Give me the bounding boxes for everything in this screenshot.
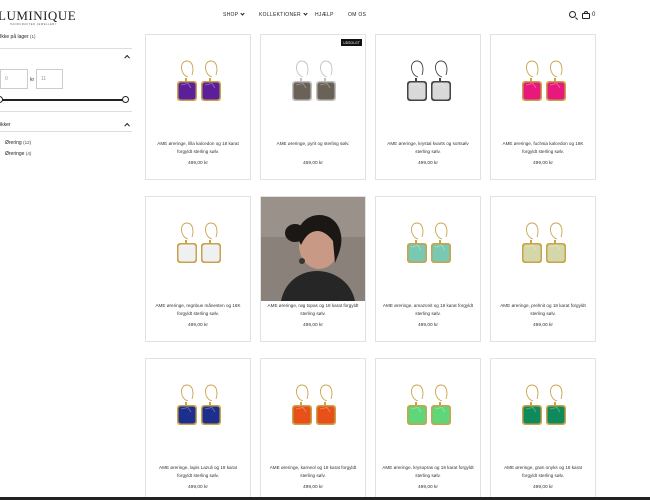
product-price: 499,00 kr bbox=[532, 485, 553, 490]
product-title[interactable]: AME øreringe, karneol og 18 karat forgyl… bbox=[267, 464, 359, 481]
product-price: 499,00 kr bbox=[302, 485, 323, 490]
logo-text: LUMINIQUE bbox=[0, 8, 77, 23]
price-slider-min-handle[interactable] bbox=[0, 96, 3, 103]
price-slider-max-handle[interactable] bbox=[122, 96, 129, 103]
product-title[interactable]: AME øreringe, lapis Lazuli og 18 karat f… bbox=[152, 464, 244, 481]
product-card[interactable]: AME øreringe, grøn onyks og 18 karat for… bbox=[490, 358, 596, 500]
price-slider-track[interactable] bbox=[0, 99, 126, 101]
product-image[interactable] bbox=[146, 197, 250, 301]
nav-hjaelp[interactable]: HJÆLP bbox=[315, 12, 334, 18]
product-price: 499,00 kr bbox=[417, 323, 438, 328]
filter-sidebar: Ikke på lager (1) 0 kr 11 ikker Ørering … bbox=[0, 30, 135, 170]
product-card[interactable]: AME øreringe, røg topas og 18 karat forg… bbox=[260, 196, 366, 342]
product-card[interactable]: AME øreringe, karneol og 18 karat forgyl… bbox=[260, 358, 366, 500]
filter-out-of-stock[interactable]: Ikke på lager (1) bbox=[0, 34, 36, 40]
product-price: 469,00 kr bbox=[302, 161, 323, 166]
divider bbox=[0, 111, 132, 112]
product-title[interactable]: AME øreringe, krysopras og 18 karat forg… bbox=[382, 464, 474, 481]
cart-count: 0 bbox=[592, 11, 596, 18]
product-image[interactable] bbox=[491, 35, 595, 139]
divider bbox=[0, 131, 132, 132]
type-filter-heading: ikker bbox=[0, 122, 11, 128]
logo[interactable]: LUMINIQUE HANDCRAFTED JEWELLERY bbox=[0, 8, 76, 28]
chevron-up-icon[interactable] bbox=[124, 55, 130, 61]
product-image[interactable] bbox=[261, 197, 365, 301]
product-image[interactable] bbox=[491, 359, 595, 463]
divider bbox=[0, 48, 132, 49]
price-currency-label: kr bbox=[30, 77, 35, 83]
product-price: 499,00 kr bbox=[532, 323, 553, 328]
cart-icon[interactable]: 0 bbox=[582, 11, 598, 21]
product-image[interactable] bbox=[376, 35, 480, 139]
nav-kollektioner[interactable]: KOLLEKTIONER bbox=[259, 11, 308, 18]
nav-shop[interactable]: SHOP bbox=[223, 11, 245, 18]
product-price: 499,00 kr bbox=[187, 161, 208, 166]
chevron-down-icon bbox=[303, 11, 308, 16]
product-title[interactable]: AME øreringe, amazonit og 18 karat forgy… bbox=[382, 302, 474, 319]
product-price: 499,00 kr bbox=[187, 323, 208, 328]
site-header: LUMINIQUE HANDCRAFTED JEWELLERY SHOP KOL… bbox=[0, 0, 650, 32]
product-card[interactable]: AME øreringe, krysopras og 18 karat forg… bbox=[375, 358, 481, 500]
product-title[interactable]: AME øreringe, grøn onyks og 18 karat for… bbox=[497, 464, 589, 481]
product-image[interactable] bbox=[146, 35, 250, 139]
product-card[interactable]: AME øreringe, lapis Lazuli og 18 karat f… bbox=[145, 358, 251, 500]
product-price: 499,00 kr bbox=[417, 485, 438, 490]
chevron-up-icon[interactable] bbox=[124, 123, 130, 129]
product-card[interactable]: AME øreringe, regnbue månesten og 18K fo… bbox=[145, 196, 251, 342]
product-title[interactable]: AME øreringe, regnbue månesten og 18K fo… bbox=[152, 302, 244, 319]
product-title[interactable]: AME øreringe, prehnit og 18 karat forgyl… bbox=[497, 302, 589, 319]
product-image[interactable] bbox=[376, 197, 480, 301]
price-from-input[interactable]: 0 bbox=[0, 69, 28, 89]
product-title[interactable]: AME øreringe, krystal kvarts og sortsølv… bbox=[382, 140, 474, 157]
price-to-input[interactable]: 11 bbox=[36, 69, 63, 89]
nav-om-os[interactable]: OM OS bbox=[348, 12, 366, 18]
product-image[interactable] bbox=[146, 359, 250, 463]
product-card[interactable]: AME øreringe, prehnit og 18 karat forgyl… bbox=[490, 196, 596, 342]
product-price: 499,00 kr bbox=[302, 323, 323, 328]
product-price: 499,00 kr bbox=[532, 161, 553, 166]
product-price: 499,00 kr bbox=[417, 161, 438, 166]
product-price: 499,00 kr bbox=[187, 485, 208, 490]
chevron-down-icon bbox=[240, 11, 245, 16]
product-title[interactable]: AME øreringe, fuchsia kalcedon og 18K fo… bbox=[497, 140, 589, 157]
product-card[interactable]: AME øreringe, fuchsia kalcedon og 18K fo… bbox=[490, 34, 596, 180]
product-title[interactable]: AME øreringe, lilla kalcedon og 18 karat… bbox=[152, 140, 244, 157]
product-image[interactable] bbox=[261, 35, 365, 139]
logo-tagline: HANDCRAFTED JEWELLERY bbox=[10, 23, 58, 26]
filter-type-oering[interactable]: Ørering (12) bbox=[5, 140, 31, 146]
product-card[interactable]: AME øreringe, lilla kalcedon og 18 karat… bbox=[145, 34, 251, 180]
sold-out-badge: UDSOLGT bbox=[341, 39, 362, 46]
product-image[interactable] bbox=[376, 359, 480, 463]
product-card[interactable]: UDSOLGT AME øreringe, pyrit og sterling s… bbox=[260, 34, 366, 180]
filter-type-oeringe[interactable]: Øreringe (4) bbox=[5, 151, 31, 157]
product-image[interactable] bbox=[491, 197, 595, 301]
product-card[interactable]: AME øreringe, krystal kvarts og sortsølv… bbox=[375, 34, 481, 180]
product-image[interactable] bbox=[261, 359, 365, 463]
product-title[interactable]: AME øreringe, røg topas og 18 karat forg… bbox=[267, 302, 359, 319]
product-card[interactable]: AME øreringe, amazonit og 18 karat forgy… bbox=[375, 196, 481, 342]
search-icon[interactable] bbox=[569, 11, 579, 21]
product-title[interactable]: AME øreringe, pyrit og sterling sølv. bbox=[267, 140, 359, 148]
